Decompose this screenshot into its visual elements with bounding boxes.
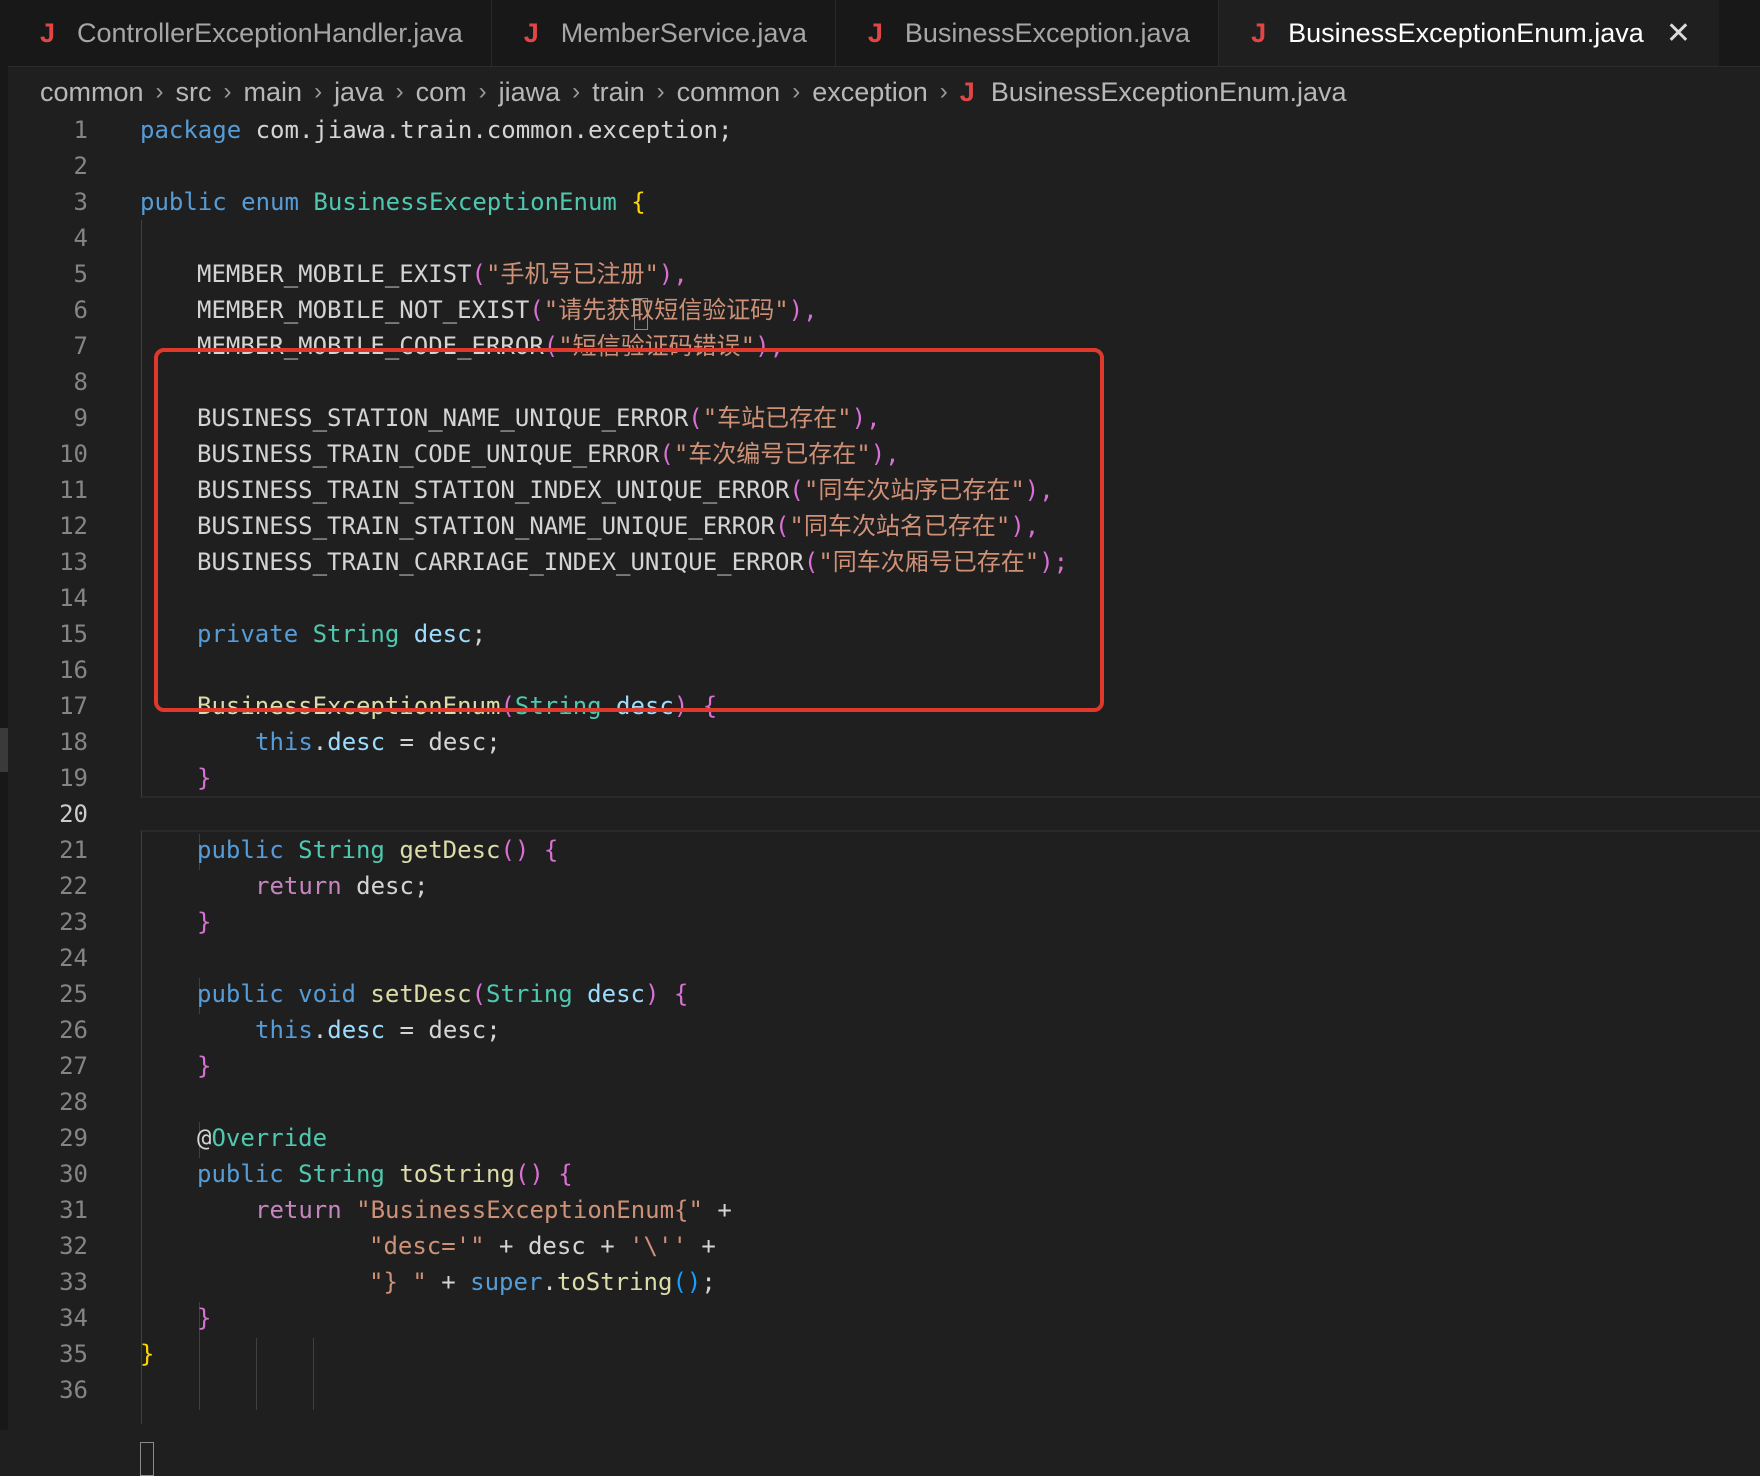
- code-line-33: "} " + super.toString();: [369, 1268, 716, 1296]
- code-line-6: MEMBER_MOBILE_NOT_EXIST("请先获取短信验证码"),: [197, 296, 818, 324]
- line-number: 28: [59, 1088, 88, 1116]
- breadcrumb-item[interactable]: exception: [812, 77, 928, 108]
- breadcrumb-item[interactable]: src: [176, 77, 212, 108]
- breadcrumb-item[interactable]: train: [592, 77, 645, 108]
- line-number: 8: [73, 368, 88, 396]
- code-line-22: return desc;: [255, 872, 429, 900]
- line-number: 25: [59, 980, 88, 1008]
- chevron-right-icon: ›: [792, 78, 801, 105]
- line-number: 5: [73, 260, 88, 288]
- code-line-5: MEMBER_MOBILE_EXIST("手机号已注册"),: [197, 260, 688, 288]
- line-number: 10: [59, 440, 88, 468]
- code-editor[interactable]: 1 2 3 4 5 6 7 8 9 10 11 12 13 14 15 16 17 18 19 20 21 22 23 24 2…: [8, 112, 1760, 1476]
- line-number: 7: [73, 332, 88, 360]
- line-number: 30: [59, 1160, 88, 1188]
- scroll-marker: [0, 728, 8, 772]
- line-number: 24: [59, 944, 88, 972]
- line-number: 34: [59, 1304, 88, 1332]
- java-file-icon: J: [523, 17, 539, 48]
- java-file-icon: J: [40, 17, 56, 48]
- indent-guide: [256, 1338, 257, 1410]
- chevron-right-icon: ›: [395, 78, 404, 105]
- line-number: 13: [59, 548, 88, 576]
- line-number: 36: [59, 1376, 88, 1404]
- activity-edge: [0, 0, 8, 1430]
- code-line-18: this.desc = desc;: [255, 728, 501, 756]
- line-number: 6: [73, 296, 88, 324]
- chevron-right-icon: ›: [155, 78, 164, 105]
- line-number: 15: [59, 620, 88, 648]
- code-line-1: package com.jiawa.train.common.exception…: [140, 116, 733, 144]
- java-file-icon: J: [867, 17, 883, 48]
- tab-label: BusinessException.java: [904, 17, 1191, 48]
- line-number: 26: [59, 1016, 88, 1044]
- chevron-right-icon: ›: [314, 78, 323, 105]
- code-line-3: public enum BusinessExceptionEnum {: [140, 188, 646, 216]
- chevron-right-icon: ›: [572, 78, 581, 105]
- tab-label: BusinessExceptionEnum.java: [1288, 17, 1644, 48]
- line-number: 29: [59, 1124, 88, 1152]
- current-line-highlight: [140, 796, 1760, 832]
- line-number: 3: [73, 188, 88, 216]
- code-line-19: }: [197, 764, 212, 792]
- chevron-right-icon: ›: [478, 78, 487, 105]
- breadcrumb-item[interactable]: common: [40, 77, 144, 108]
- close-tab-icon[interactable]: ✕: [1666, 16, 1691, 51]
- chevron-right-icon: ›: [223, 78, 232, 105]
- line-number: 12: [59, 512, 88, 540]
- code-line-32: "desc='" + desc + '\'' +: [369, 1232, 716, 1260]
- tab-label: MemberService.java: [560, 17, 807, 48]
- breadcrumb-item[interactable]: com: [416, 77, 467, 108]
- code-line-30: public String toString() {: [197, 1160, 573, 1188]
- line-number: 18: [59, 728, 88, 756]
- line-number: 19: [59, 764, 88, 792]
- line-number: 31: [59, 1196, 88, 1224]
- tab-business-exception-enum[interactable]: J BusinessExceptionEnum.java ✕: [1219, 0, 1719, 66]
- code-line-29: @Override: [197, 1124, 328, 1152]
- chevron-right-icon: ›: [939, 78, 948, 105]
- tab-controller-exception-handler[interactable]: J ControllerExceptionHandler.java: [8, 0, 492, 66]
- line-number: 23: [59, 908, 88, 936]
- line-number: 2: [73, 152, 88, 180]
- tab-business-exception[interactable]: J BusinessException.java: [836, 0, 1220, 66]
- line-number: 33: [59, 1268, 88, 1296]
- line-number: 11: [59, 476, 88, 504]
- code-line-23: }: [197, 908, 212, 936]
- line-number: 9: [73, 404, 88, 432]
- bracket-match-highlight: [140, 1442, 154, 1476]
- code-line-35: }: [140, 1340, 155, 1368]
- line-number: 21: [59, 836, 88, 864]
- code-line-34: }: [197, 1304, 212, 1332]
- tab-member-service[interactable]: J MemberService.java: [492, 0, 836, 66]
- annotation-highlight-box: [154, 348, 1104, 712]
- line-number: 17: [59, 692, 88, 720]
- java-file-icon: J: [959, 76, 975, 107]
- indent-guide: [313, 1338, 314, 1410]
- line-number: 16: [59, 656, 88, 684]
- chevron-right-icon: ›: [656, 78, 665, 105]
- line-number: 32: [59, 1232, 88, 1260]
- breadcrumb-item[interactable]: jiawa: [499, 77, 561, 108]
- line-number: 4: [73, 224, 88, 252]
- code-line-21: public String getDesc() {: [197, 836, 559, 864]
- tab-label: ControllerExceptionHandler.java: [77, 17, 463, 48]
- code-line-26: this.desc = desc;: [255, 1016, 501, 1044]
- line-number: 1: [73, 116, 88, 144]
- line-number: 22: [59, 872, 88, 900]
- code-line-25: public void setDesc(String desc) {: [197, 980, 689, 1008]
- breadcrumb: common › src › main › java › com › jiawa › tra…: [40, 72, 1347, 112]
- breadcrumb-file[interactable]: BusinessExceptionEnum.java: [991, 77, 1347, 108]
- java-file-icon: J: [1251, 17, 1267, 48]
- code-line-27: }: [197, 1052, 212, 1080]
- breadcrumb-item[interactable]: main: [244, 77, 303, 108]
- code-line-31: return "BusinessExceptionEnum{" +: [255, 1196, 732, 1224]
- line-number: 20: [59, 800, 88, 828]
- line-number: 27: [59, 1052, 88, 1080]
- line-number: 14: [59, 584, 88, 612]
- tab-bar: J ControllerExceptionHandler.java J Memb…: [8, 0, 1760, 67]
- line-number: 35: [59, 1340, 88, 1368]
- breadcrumb-item[interactable]: java: [334, 77, 384, 108]
- breadcrumb-item[interactable]: common: [677, 77, 781, 108]
